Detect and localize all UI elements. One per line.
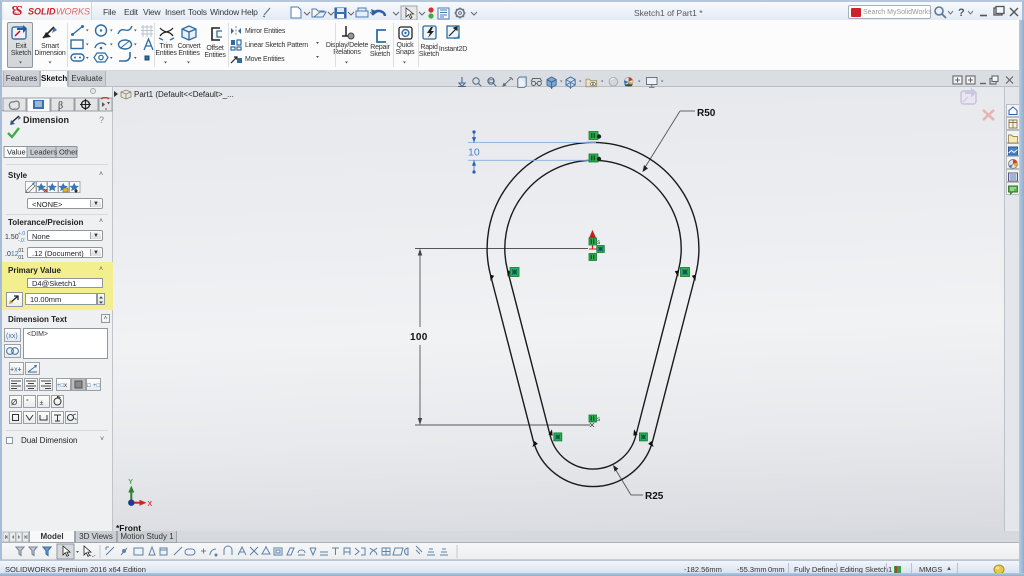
svg-text:+.01: +.01 (18, 231, 25, 237)
svg-text:-.01: -.01 (18, 238, 25, 243)
svg-text:Part1 (Default<<Default>_...: Part1 (Default<<Default>_... (134, 90, 234, 99)
svg-text:WORKS: WORKS (56, 7, 90, 17)
svg-text:x: x (64, 383, 67, 389)
svg-text:R25: R25 (645, 491, 664, 502)
svg-text:10: 10 (468, 147, 480, 159)
svg-text:s: s (597, 416, 601, 423)
svg-text:*Front: *Front (116, 523, 141, 531)
svg-text:Value: Value (7, 148, 26, 157)
svg-text:s: s (597, 239, 601, 246)
svg-text:1.50: 1.50 (5, 234, 19, 241)
svg-text:Leaders: Leaders (30, 148, 57, 157)
svg-text:Y: Y (128, 479, 133, 486)
svg-text:°: ° (26, 398, 29, 406)
svg-text:100: 100 (410, 332, 428, 343)
svg-text:?: ? (958, 7, 965, 19)
svg-text:+□: +□ (93, 383, 100, 389)
svg-text:+x+: +x+ (10, 367, 22, 374)
svg-text:X: X (148, 501, 153, 508)
svg-text:Ø: Ø (11, 398, 17, 407)
svg-text:Other: Other (59, 148, 78, 157)
svg-text:.01: .01 (17, 248, 24, 254)
svg-text:.01: .01 (17, 255, 24, 260)
svg-text:SOLID: SOLID (28, 7, 56, 17)
svg-text:□: □ (87, 383, 91, 389)
svg-text:(xx): (xx) (6, 333, 18, 340)
svg-text:±: ± (40, 400, 44, 407)
svg-text:S: S (15, 3, 23, 18)
svg-text:β: β (58, 101, 63, 112)
svg-text:R50: R50 (697, 108, 716, 119)
